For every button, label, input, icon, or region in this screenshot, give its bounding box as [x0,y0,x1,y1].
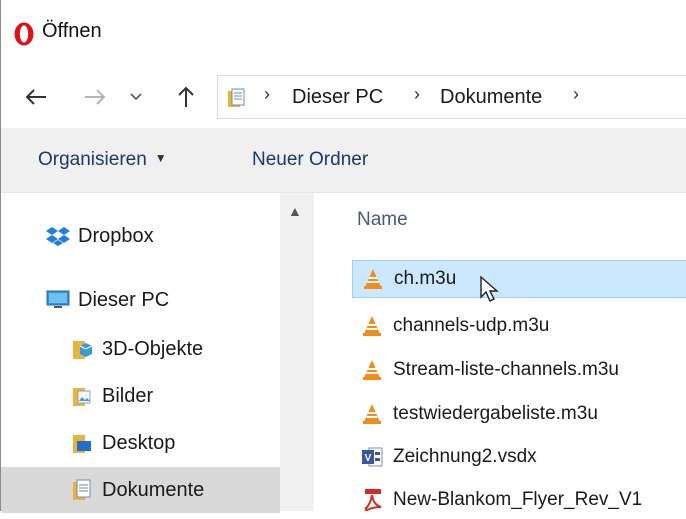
column-header-name[interactable]: Name [357,209,408,231]
arrow-up-icon [178,86,194,107]
window-title: Öffnen [42,20,102,42]
visio-icon: V [360,445,384,469]
file-name: New-Blankom_Flyer_Rev_V1 [393,489,643,510]
file-row[interactable]: V Zeichnung2.vsdx [352,438,686,476]
desktop-folder-icon [70,432,94,454]
sidebar-item-label: Desktop [102,431,176,454]
file-name: Stream-liste-channels.m3u [393,359,619,380]
file-row[interactable]: ch.m3u [352,260,686,298]
sidebar-item-3d-objekte[interactable]: 3D-Objekte [70,326,203,372]
navigation-scrollbar[interactable]: ▲ [280,193,314,511]
mouse-pointer-icon [480,275,499,302]
sidebar-item-label: Dropbox [78,224,154,247]
pdf-icon [360,488,384,512]
breadcrumb-dieser-pc[interactable]: Dieser PC [292,86,383,109]
svg-text:V: V [365,453,372,464]
open-file-dialog: Öffnen › Dieser PC › Dokumente › Organis… [0,0,686,513]
navigation-bar: › Dieser PC › Dokumente › [1,66,686,128]
arrow-left-icon [25,89,46,105]
file-row[interactable]: Stream-liste-channels.m3u [352,351,686,389]
file-name: testwiedergabeliste.m3u [393,403,598,424]
back-button[interactable] [21,80,51,114]
vlc-icon [360,358,384,382]
file-list-pane: Name ch.m3u channels-udp.m3u Stream-list… [314,193,686,511]
vlc-icon [361,267,385,291]
computer-icon [46,289,70,311]
documents-location-icon [228,88,245,107]
sidebar-item-bilder[interactable]: Bilder [70,373,153,419]
sidebar-item-dropbox[interactable]: Dropbox [46,213,154,259]
address-bar[interactable]: › Dieser PC › Dokumente › [217,75,686,119]
organize-label: Organisieren [38,149,147,170]
vlc-icon [360,402,384,426]
organize-button[interactable]: Organisieren ▼ [38,149,167,171]
file-row[interactable]: New-Blankom_Flyer_Rev_V1 [352,481,686,519]
sidebar-item-label: Dokumente [102,478,205,501]
up-button[interactable] [171,80,201,114]
forward-button[interactable] [80,80,110,114]
file-row[interactable]: channels-udp.m3u [352,307,686,345]
sidebar-item-desktop[interactable]: Desktop [70,420,175,466]
chevron-down-icon [130,93,142,101]
vlc-icon [360,314,384,338]
sidebar-item-label: Dieser PC [78,288,170,311]
sidebar-item-label: 3D-Objekte [102,337,204,360]
title-bar: Öffnen [1,0,686,66]
3d-objects-folder-icon [70,338,94,360]
recent-locations-button[interactable] [125,80,147,114]
opera-logo-icon [14,22,34,46]
sidebar-item-dokumente[interactable]: Dokumente [70,467,204,513]
command-toolbar: Organisieren ▼ Neuer Ordner [1,128,686,193]
file-name: Zeichnung2.vsdx [393,446,537,467]
new-folder-button[interactable]: Neuer Ordner [252,149,368,171]
navigation-pane: Dropbox Dieser PC 3D-Objekte Bilder Desk… [1,193,314,513]
sidebar-item-dieser-pc[interactable]: Dieser PC [46,277,169,323]
sidebar-item-label: Bilder [102,384,154,407]
dropbox-icon [46,225,70,247]
dropdown-caret-icon: ▼ [154,151,167,165]
file-name: channels-udp.m3u [393,315,550,336]
pictures-folder-icon [70,385,94,407]
arrow-right-icon [85,89,106,105]
documents-folder-icon [70,479,94,501]
breadcrumb-dokumente[interactable]: Dokumente [440,86,542,109]
file-name: ch.m3u [394,268,457,289]
scroll-up-icon[interactable]: ▲ [288,203,302,219]
file-row[interactable]: testwiedergabeliste.m3u [352,395,686,433]
breadcrumb-separator[interactable]: › [264,84,270,105]
breadcrumb-separator[interactable]: › [573,84,579,105]
breadcrumb-separator[interactable]: › [414,84,420,105]
